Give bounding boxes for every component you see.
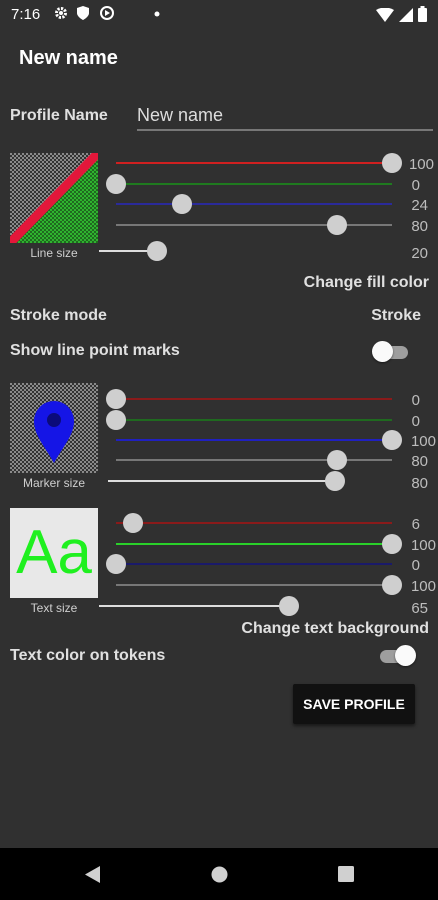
profile-name-input[interactable]	[137, 101, 433, 131]
text-alpha-value: 100	[410, 578, 436, 595]
status-bar: 7:16	[0, 0, 438, 30]
marker-green-value: 0	[411, 413, 420, 430]
text-color-on-tokens-label: Text color on tokens	[10, 647, 166, 664]
slider-thumb[interactable]	[326, 450, 347, 470]
recents-icon[interactable]	[338, 866, 354, 882]
marker-preview	[10, 383, 98, 473]
show-line-point-marks-label: Show line point marks	[10, 342, 180, 359]
marker-size-slider[interactable]	[108, 471, 345, 491]
show-line-point-marks-toggle[interactable]	[372, 340, 410, 362]
battery-icon	[418, 6, 427, 22]
navigation-bar	[0, 848, 438, 900]
profile-name-label: Profile Name	[10, 107, 108, 124]
line-size-value: 20	[411, 245, 428, 262]
marker-size-value: 80	[411, 475, 428, 492]
signal-icon	[399, 8, 413, 22]
page-title: New name	[19, 47, 118, 69]
slider-thumb[interactable]	[106, 389, 126, 409]
line-alpha-slider[interactable]	[116, 215, 392, 235]
line-blue-slider[interactable]	[116, 194, 392, 214]
change-fill-color-button[interactable]: Change fill color	[200, 274, 429, 292]
gear-icon	[55, 7, 67, 19]
line-blue-value: 24	[411, 197, 428, 214]
text-color-on-tokens-toggle[interactable]	[378, 644, 416, 666]
save-profile-button[interactable]: SAVE PROFILE	[293, 684, 415, 724]
slider-thumb[interactable]	[122, 513, 143, 533]
slider-thumb[interactable]	[279, 596, 299, 616]
slider-thumb[interactable]	[326, 215, 347, 235]
marker-alpha-slider[interactable]	[116, 450, 392, 470]
slider-thumb[interactable]	[106, 174, 126, 194]
notification-dot-icon	[154, 11, 160, 17]
text-green-value: 100	[410, 537, 436, 554]
text-size-value: 65	[411, 600, 428, 617]
slider-thumb[interactable]	[325, 471, 345, 491]
text-red-slider[interactable]	[116, 513, 392, 533]
change-text-background-button[interactable]: Change text background	[200, 620, 429, 638]
cast-icon	[100, 6, 114, 20]
text-preview-sample: Aa	[16, 518, 92, 587]
marker-size-label: Marker size	[22, 476, 85, 490]
marker-red-slider[interactable]	[106, 389, 392, 409]
text-alpha-slider[interactable]	[116, 575, 402, 595]
line-size-label: Line size	[30, 246, 78, 260]
stroke-mode-value[interactable]: Stroke	[300, 307, 421, 325]
home-icon[interactable]	[211, 866, 228, 883]
marker-blue-slider[interactable]	[116, 430, 402, 450]
line-red-value: 100	[408, 156, 434, 173]
text-green-slider[interactable]	[116, 534, 402, 554]
slider-thumb[interactable]	[147, 241, 167, 261]
line-green-value: 0	[411, 177, 420, 194]
text-preview: Aa	[10, 508, 98, 598]
marker-blue-value: 100	[410, 433, 436, 450]
slider-thumb[interactable]	[106, 554, 126, 574]
line-green-slider[interactable]	[106, 174, 392, 194]
line-preview	[10, 153, 98, 243]
slider-thumb[interactable]	[172, 194, 193, 214]
text-blue-value: 0	[411, 557, 420, 574]
marker-red-value: 0	[411, 392, 420, 409]
text-blue-slider[interactable]	[106, 554, 392, 574]
marker-green-slider[interactable]	[106, 410, 392, 430]
back-icon[interactable]	[85, 866, 101, 883]
line-alpha-value: 80	[411, 218, 428, 235]
shield-icon	[77, 6, 89, 20]
line-size-slider[interactable]	[99, 241, 167, 261]
text-red-value: 6	[411, 516, 420, 533]
slider-thumb[interactable]	[106, 410, 126, 430]
marker-alpha-value: 80	[411, 453, 428, 470]
stroke-mode-label: Stroke mode	[10, 307, 107, 324]
line-red-slider[interactable]	[116, 153, 402, 173]
text-size-label: Text size	[30, 601, 78, 615]
text-size-slider[interactable]	[99, 596, 299, 616]
wifi-icon	[376, 8, 394, 22]
status-time: 7:16	[11, 6, 41, 23]
